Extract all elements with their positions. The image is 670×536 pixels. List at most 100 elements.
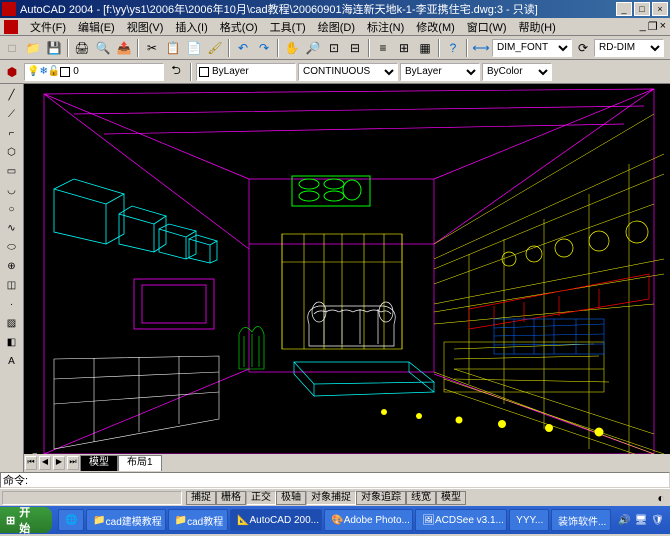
menu-help[interactable]: 帮助(H) bbox=[513, 19, 562, 35]
status-polar[interactable]: 极轴 bbox=[276, 491, 306, 505]
layer-prev-icon[interactable]: ⮌ bbox=[166, 62, 186, 82]
help-icon[interactable]: ? bbox=[443, 38, 463, 58]
menu-file[interactable]: 文件(F) bbox=[24, 19, 72, 35]
window-title: AutoCAD 2004 - [f:\yy\ys1\2006年\2006年10月… bbox=[20, 1, 616, 17]
task-photoshop[interactable]: 🎨 Adobe Photo... bbox=[324, 509, 413, 531]
layer-color-label: 0 bbox=[73, 66, 79, 77]
cut-icon[interactable]: ✂ bbox=[142, 38, 162, 58]
start-button[interactable]: ⊞开始 bbox=[0, 507, 52, 533]
menu-insert[interactable]: 插入(I) bbox=[169, 19, 213, 35]
menu-modify[interactable]: 修改(M) bbox=[410, 19, 461, 35]
app-icon bbox=[2, 2, 16, 16]
status-lwt[interactable]: 线宽 bbox=[406, 491, 436, 505]
polygon-icon[interactable]: ⬡ bbox=[2, 143, 22, 161]
menu-view[interactable]: 视图(V) bbox=[121, 19, 170, 35]
dim-icon[interactable]: ⟷ bbox=[471, 38, 491, 58]
tab-model[interactable]: 模型 bbox=[80, 455, 118, 471]
task-cad-tutorial[interactable]: 📁 cad教程 bbox=[168, 509, 228, 531]
publish-icon[interactable]: 📤 bbox=[114, 38, 134, 58]
model-viewport[interactable]: Z ⏮ ◀ ▶ ⏭ 模型 布局1 bbox=[24, 84, 670, 472]
text-icon[interactable]: A bbox=[2, 352, 22, 370]
rect-icon[interactable]: ▭ bbox=[2, 162, 22, 180]
paste-icon[interactable]: 📄 bbox=[184, 38, 204, 58]
minimize-button[interactable]: _ bbox=[616, 2, 632, 16]
point-icon[interactable]: · bbox=[2, 295, 22, 313]
save-icon[interactable]: 💾 bbox=[44, 38, 64, 58]
insert-icon[interactable]: ⊕ bbox=[2, 257, 22, 275]
doc-restore-button[interactable]: ❐ bbox=[648, 20, 658, 33]
layer-select[interactable]: 💡❄🔓 0 bbox=[24, 63, 164, 81]
spline-icon[interactable]: ∿ bbox=[2, 219, 22, 237]
new-icon[interactable]: □ bbox=[2, 38, 22, 58]
redo-icon[interactable]: ↷ bbox=[254, 38, 274, 58]
draw-toolbar: ╱ ⟋ ⌐ ⬡ ▭ ◡ ○ ∿ ⬭ ⊕ ◫ · ▨ ◧ A bbox=[0, 84, 24, 472]
task-autocad[interactable]: 📐 AutoCAD 200... bbox=[230, 509, 322, 531]
tab-next-icon[interactable]: ▶ bbox=[53, 456, 65, 470]
pan-icon[interactable]: ✋ bbox=[282, 38, 302, 58]
color-select[interactable]: ByLayer bbox=[196, 63, 296, 81]
command-prompt: 命令: bbox=[3, 472, 28, 488]
status-otrack[interactable]: 对象追踪 bbox=[356, 491, 406, 505]
menu-window[interactable]: 窗口(W) bbox=[461, 19, 513, 35]
dim-update-icon[interactable]: ⟳ bbox=[573, 38, 593, 58]
ellipse-icon[interactable]: ⬭ bbox=[2, 238, 22, 256]
menu-tools[interactable]: 工具(T) bbox=[264, 19, 312, 35]
copy-icon[interactable]: 📋 bbox=[163, 38, 183, 58]
quicklaunch-icon[interactable]: 🌐 bbox=[58, 509, 84, 531]
status-grid[interactable]: 栅格 bbox=[216, 491, 246, 505]
tab-first-icon[interactable]: ⏮ bbox=[25, 456, 37, 470]
linetype-select[interactable]: CONTINUOUS bbox=[298, 63, 398, 81]
menu-edit[interactable]: 编辑(E) bbox=[72, 19, 121, 35]
xline-icon[interactable]: ⟋ bbox=[2, 105, 22, 123]
designcenter-icon[interactable]: ⊞ bbox=[394, 38, 414, 58]
tray-icon[interactable]: 🖥 bbox=[635, 515, 648, 526]
toolpalette-icon[interactable]: ▦ bbox=[415, 38, 435, 58]
zoom-prev-icon[interactable]: ⊟ bbox=[345, 38, 365, 58]
doc-minimize-button[interactable]: _ bbox=[640, 20, 646, 33]
status-tray-icon[interactable]: ◐ bbox=[654, 491, 668, 505]
print-icon[interactable]: 🖨 bbox=[72, 38, 92, 58]
menu-draw[interactable]: 绘图(D) bbox=[312, 19, 361, 35]
zoom-icon[interactable]: 🔎 bbox=[303, 38, 323, 58]
tray-icon[interactable]: 🔊 bbox=[618, 515, 630, 526]
task-cad-model[interactable]: 📁 cad建模教程 bbox=[86, 509, 165, 531]
undo-icon[interactable]: ↶ bbox=[233, 38, 253, 58]
layer-manager-icon[interactable]: ⬢ bbox=[2, 62, 22, 82]
match-icon[interactable]: 🖌 bbox=[205, 38, 225, 58]
plotcolor-select[interactable]: ByColor bbox=[482, 63, 552, 81]
dimstyle-select[interactable]: DIM_FONT bbox=[492, 39, 572, 57]
status-model[interactable]: 模型 bbox=[436, 491, 466, 505]
command-line[interactable]: 命令: bbox=[0, 472, 670, 488]
preview-icon[interactable]: 🔍 bbox=[93, 38, 113, 58]
status-osnap[interactable]: 对象捕捉 bbox=[306, 491, 356, 505]
close-button[interactable]: × bbox=[652, 2, 668, 16]
open-icon[interactable]: 📁 bbox=[23, 38, 43, 58]
task-acdsee[interactable]: 🖼 ACDSee v3.1... bbox=[415, 509, 507, 531]
tab-layout1[interactable]: 布局1 bbox=[118, 455, 162, 471]
menu-format[interactable]: 格式(O) bbox=[214, 19, 264, 35]
lineweight-select[interactable]: ByLayer bbox=[400, 63, 480, 81]
hatch-icon[interactable]: ▨ bbox=[2, 314, 22, 332]
maximize-button[interactable]: □ bbox=[634, 2, 650, 16]
rddim-select[interactable]: RD-DIM bbox=[594, 39, 664, 57]
block-icon[interactable]: ◫ bbox=[2, 276, 22, 294]
tab-prev-icon[interactable]: ◀ bbox=[39, 456, 51, 470]
arc-icon[interactable]: ◡ bbox=[2, 181, 22, 199]
tray-icon[interactable]: 🛡 bbox=[651, 515, 664, 526]
properties-icon[interactable]: ≡ bbox=[373, 38, 393, 58]
menu-dimension[interactable]: 标注(N) bbox=[361, 19, 410, 35]
coord-display bbox=[2, 491, 182, 505]
circle-icon[interactable]: ○ bbox=[2, 200, 22, 218]
zoom-window-icon[interactable]: ⊡ bbox=[324, 38, 344, 58]
task-decor[interactable]: 装饰软件... bbox=[551, 509, 611, 531]
status-ortho[interactable]: 正交 bbox=[246, 491, 276, 505]
region-icon[interactable]: ◧ bbox=[2, 333, 22, 351]
tab-last-icon[interactable]: ⏭ bbox=[67, 456, 79, 470]
doc-icon bbox=[4, 20, 18, 34]
doc-close-button[interactable]: × bbox=[660, 20, 666, 33]
task-yyy[interactable]: YYY... bbox=[509, 509, 549, 531]
system-tray[interactable]: 🔊 🖥 🛡 bbox=[612, 507, 670, 533]
line-icon[interactable]: ╱ bbox=[2, 86, 22, 104]
status-snap[interactable]: 捕捉 bbox=[186, 491, 216, 505]
pline-icon[interactable]: ⌐ bbox=[2, 124, 22, 142]
